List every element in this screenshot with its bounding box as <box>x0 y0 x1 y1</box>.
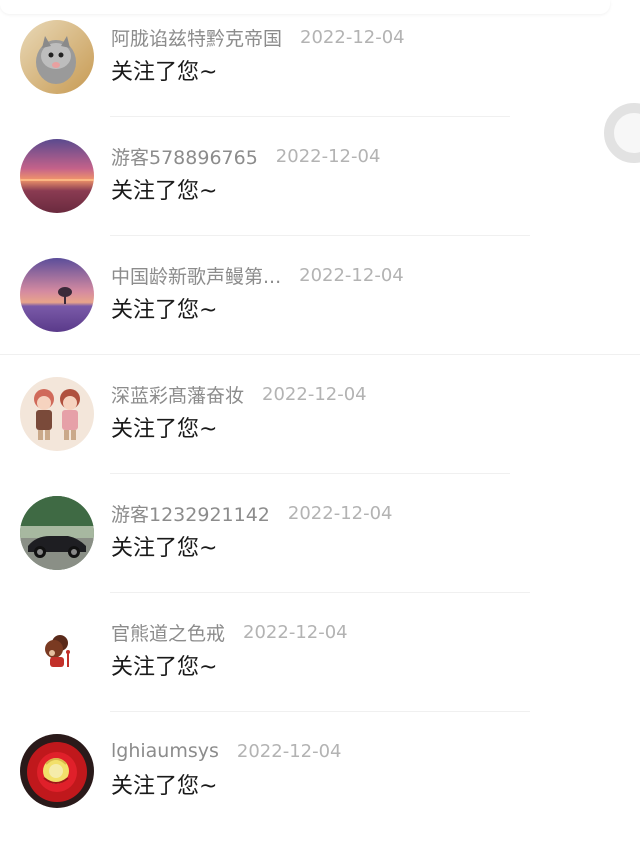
notification-message: 关注了您~ <box>111 774 218 799</box>
cartoon-kids-avatar-icon <box>20 377 94 451</box>
username[interactable]: 中国龄新歌声鳗第... <box>111 262 281 289</box>
item-meta: 游客578896765 2022-12-04 <box>111 143 380 169</box>
notification-date: 2022-12-04 <box>243 621 348 643</box>
notification-message: 关注了您~ <box>111 417 218 442</box>
top-bar-edge <box>0 0 610 14</box>
classic-car-avatar-icon <box>20 496 94 570</box>
list-item[interactable]: 阿胧谄兹特黔克帝国 2022-12-04 关注了您~ <box>0 20 640 139</box>
cartoon-figure-avatar-icon <box>20 615 94 689</box>
notification-date: 2022-12-04 <box>287 502 393 524</box>
list-item[interactable]: 游客578896765 2022-12-04 关注了您~ <box>0 139 640 258</box>
notification-date: 2022-12-04 <box>299 264 404 286</box>
item-meta: 中国龄新歌声鳗第... 2022-12-04 <box>111 262 404 288</box>
kitten-avatar-icon <box>20 20 94 94</box>
username[interactable]: 游客578896765 <box>111 143 258 170</box>
notification-date: 2022-12-04 <box>300 26 405 48</box>
notification-message: 关注了您~ <box>111 179 218 204</box>
notification-message: 关注了您~ <box>111 60 218 85</box>
divider <box>110 473 510 474</box>
avatar[interactable] <box>20 615 94 689</box>
list-item[interactable]: 深蓝彩髙藩奋妆 2022-12-04 关注了您~ <box>0 377 640 496</box>
list-item[interactable]: 游客1232921142 2022-12-04 关注了您~ <box>0 496 640 615</box>
divider <box>110 235 530 236</box>
divider <box>110 116 510 117</box>
notification-message: 关注了您~ <box>111 536 218 561</box>
item-meta: 游客1232921142 2022-12-04 <box>111 500 393 526</box>
avatar[interactable] <box>20 734 94 808</box>
lavender-field-avatar-icon <box>20 258 94 332</box>
list-item[interactable]: 官熊道之色戒 2022-12-04 关注了您~ <box>0 615 640 734</box>
notification-date: 2022-12-04 <box>275 145 381 167</box>
red-rose-avatar-icon <box>20 734 94 808</box>
avatar[interactable] <box>20 377 94 451</box>
notification-message: 关注了您~ <box>111 298 218 323</box>
notification-message: 关注了您~ <box>111 655 218 680</box>
divider <box>110 711 530 712</box>
username[interactable]: 深蓝彩髙藩奋妆 <box>111 381 244 408</box>
sunset-sea-avatar-icon <box>20 139 94 213</box>
item-meta: 官熊道之色戒 2022-12-04 <box>111 619 348 645</box>
avatar[interactable] <box>20 258 94 332</box>
username[interactable]: lghiaumsys <box>111 740 219 762</box>
item-meta: lghiaumsys 2022-12-04 <box>111 738 342 764</box>
avatar[interactable] <box>20 139 94 213</box>
divider <box>0 354 640 355</box>
divider <box>110 592 530 593</box>
username[interactable]: 官熊道之色戒 <box>111 619 225 646</box>
item-meta: 阿胧谄兹特黔克帝国 2022-12-04 <box>111 24 405 50</box>
avatar[interactable] <box>20 496 94 570</box>
notification-date: 2022-12-04 <box>262 383 367 405</box>
list-item[interactable]: 中国龄新歌声鳗第... 2022-12-04 关注了您~ <box>0 258 640 377</box>
username[interactable]: 游客1232921142 <box>111 500 270 527</box>
notification-date: 2022-12-04 <box>236 740 342 762</box>
item-meta: 深蓝彩髙藩奋妆 2022-12-04 <box>111 381 367 407</box>
list-item[interactable]: lghiaumsys 2022-12-04 关注了您~ <box>0 734 640 853</box>
username[interactable]: 阿胧谄兹特黔克帝国 <box>111 24 282 51</box>
avatar[interactable] <box>20 20 94 94</box>
